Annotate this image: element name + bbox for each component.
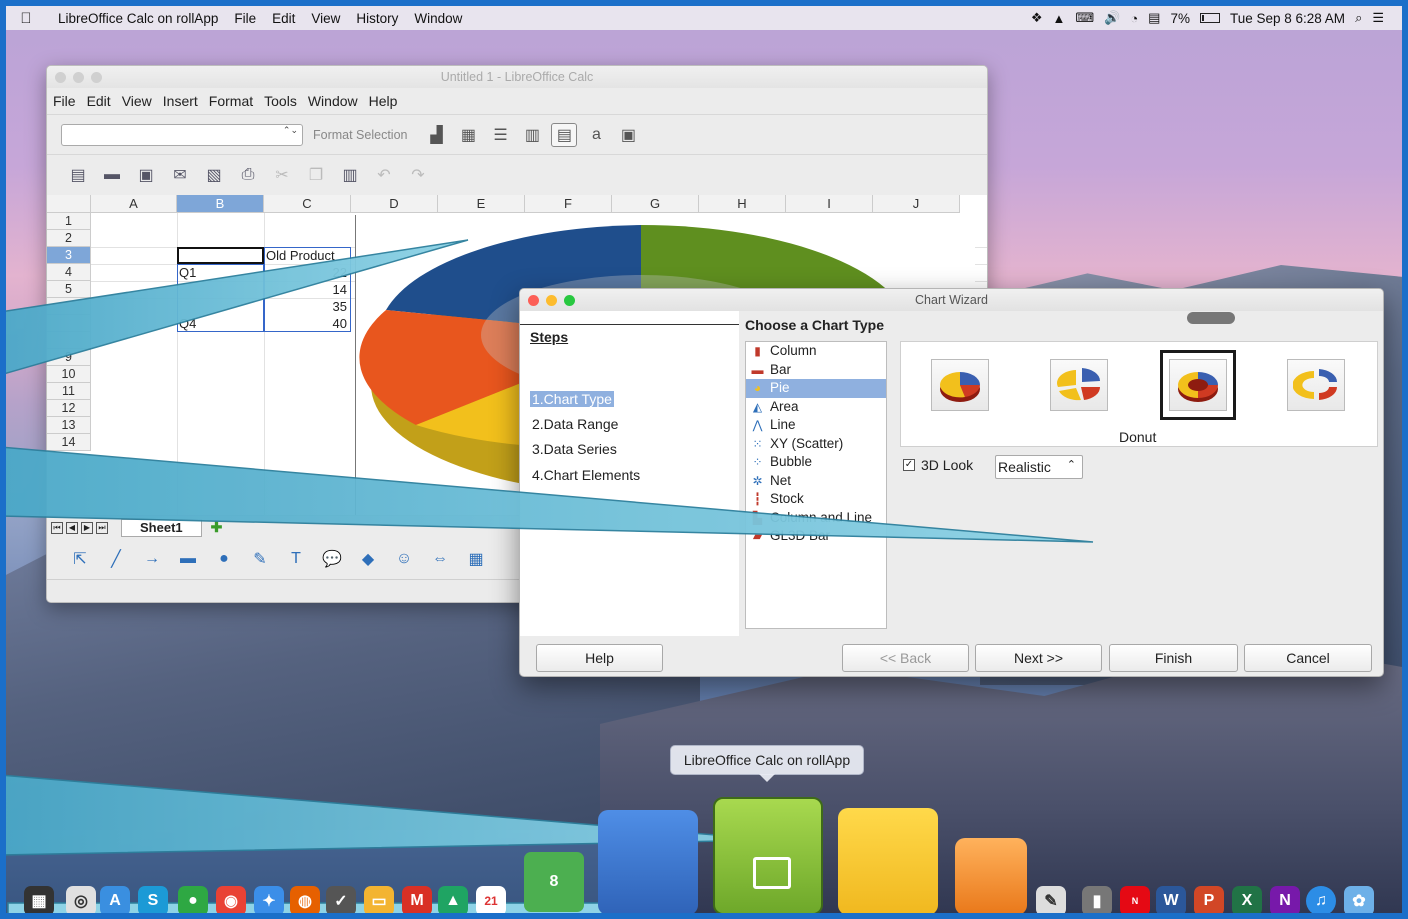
tasks-icon[interactable]: ✓ xyxy=(326,886,356,916)
netflix-icon[interactable]: N xyxy=(1120,886,1150,916)
dock: ▦ ◎ A S ● ◉ ✦ ◍ ✓ ▭ M ▲ 21 8 ✎ ▮ N W P X… xyxy=(0,852,1408,919)
skype-icon[interactable]: S xyxy=(138,886,168,916)
hangouts-icon[interactable]: ● xyxy=(178,886,208,916)
firefox-icon[interactable]: ◍ xyxy=(290,886,320,916)
calendar-icon[interactable]: 21 xyxy=(476,886,506,916)
google-maps-icon[interactable]: 8 xyxy=(524,852,584,912)
chrome-icon[interactable]: ◉ xyxy=(216,886,246,916)
google-drive-icon[interactable]: ▲ xyxy=(438,886,468,916)
word-icon[interactable]: W xyxy=(1156,886,1186,916)
preview-icon[interactable]: ✎ xyxy=(1036,886,1066,916)
callout-overlay xyxy=(0,239,1094,919)
finder-icon[interactable]: ▦ xyxy=(24,886,54,916)
app-store-icon[interactable]: A xyxy=(100,886,130,916)
excel-icon[interactable]: X xyxy=(1232,886,1262,916)
powerpoint-icon[interactable]: P xyxy=(1194,886,1224,916)
gmail-icon[interactable]: M xyxy=(402,886,432,916)
itunes-icon[interactable]: ♫ xyxy=(1306,886,1336,916)
launchpad-icon[interactable]: ◎ xyxy=(66,886,96,916)
safari-icon[interactable]: ✦ xyxy=(254,886,284,916)
app-icon[interactable]: ✿ xyxy=(1344,886,1374,916)
callout-wedge xyxy=(0,446,1094,543)
onenote-icon[interactable]: N xyxy=(1270,886,1300,916)
archive-icon[interactable]: ▮ xyxy=(1082,886,1112,916)
notes-icon[interactable]: ▭ xyxy=(364,886,394,916)
dock-tooltip: LibreOffice Calc on rollApp xyxy=(670,745,864,782)
callout-wedge xyxy=(0,239,469,376)
